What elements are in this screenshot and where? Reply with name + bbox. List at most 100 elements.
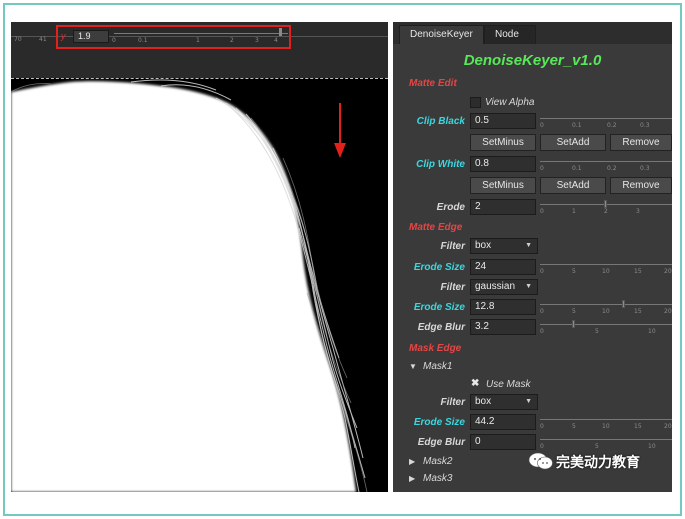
watermark: 完美动力教育	[528, 451, 658, 471]
slider-tick: 5	[572, 308, 576, 315]
edge-blur-input[interactable]: 3.2	[470, 319, 536, 335]
properties-panel: DenoiseKeyer Node DenoiseKeyer_v1.0 Matt…	[393, 22, 672, 492]
slider-tick: 0.3	[640, 165, 650, 172]
mask1-group-toggle[interactable]: ▼ Mask1	[409, 361, 452, 372]
gamma-tick: 2	[230, 37, 234, 44]
gamma-tick: 4	[274, 37, 278, 44]
gamma-label: y	[61, 31, 66, 41]
matte-edge-filter2-dropdown[interactable]: gaussian ▼	[470, 279, 538, 295]
mask2-label: Mask2	[423, 456, 453, 467]
mask1-label: Mask1	[423, 361, 453, 372]
clip-black-setminus-button[interactable]: SetMinus	[470, 134, 536, 151]
clip-white-input[interactable]: 0.8	[470, 156, 536, 172]
wechat-icon	[528, 452, 553, 470]
slider-tick: 10	[602, 308, 610, 315]
mask1-erode-size-input[interactable]: 44.2	[470, 414, 536, 430]
gamma-control-highlight: y 1.9 0 0.1 1 2 3 4	[56, 25, 291, 49]
slider-tick: 0	[540, 443, 544, 450]
erode-size2-slider-handle[interactable]	[622, 300, 625, 308]
filter-label: Filter	[440, 282, 465, 293]
mask1-edge-blur-input[interactable]: 0	[470, 434, 536, 450]
gamma-tick: 3	[255, 37, 259, 44]
slider-tick: 1	[572, 208, 576, 215]
edge-blur-label: Edge Blur	[417, 322, 465, 333]
clip-white-slider[interactable]: 0 0.1 0.2 0.3	[540, 157, 672, 173]
edge-blur-slider[interactable]: 0 5 10	[540, 320, 672, 336]
mask1-erode-size-slider[interactable]: 0 5 10 15 20	[540, 415, 672, 431]
chevron-down-icon: ▼	[525, 283, 532, 290]
slider-tick: 0	[540, 122, 544, 129]
slider-tick: 0	[540, 328, 544, 335]
section-mask-edge: Mask Edge	[409, 343, 462, 354]
viewer-pane[interactable]: 70 41 y 1.9 0 0.1 1 2 3 4	[11, 22, 388, 492]
slider-tick: 20	[664, 423, 672, 430]
section-matte-edit: Matte Edit	[409, 78, 457, 89]
section-matte-edge: Matte Edge	[409, 222, 463, 233]
ruler-label: 70	[14, 36, 22, 43]
gamma-input[interactable]: 1.9	[73, 30, 109, 43]
view-alpha-checkbox[interactable]	[470, 97, 481, 108]
slider-tick: 0	[540, 308, 544, 315]
erode-label: Erode	[436, 202, 465, 213]
erode-slider-handle[interactable]	[604, 200, 607, 208]
gamma-tick: 1	[196, 37, 200, 44]
slider-tick: 5	[595, 443, 599, 450]
slider-tick: 0	[540, 268, 544, 275]
gamma-slider-handle[interactable]	[279, 28, 282, 36]
erode-slider[interactable]: 0 1 2 3	[540, 200, 672, 216]
erode-size-input[interactable]: 24	[470, 259, 536, 275]
tab-node[interactable]: Node	[484, 25, 536, 44]
chevron-down-icon: ▼	[525, 398, 532, 405]
use-mask-label: Use Mask	[486, 379, 531, 390]
slider-tick: 0	[540, 165, 544, 172]
clip-white-setminus-button[interactable]: SetMinus	[470, 177, 536, 194]
clip-black-input[interactable]: 0.5	[470, 113, 536, 129]
gamma-tick: 0.1	[138, 37, 148, 44]
panel-tab-bar: DenoiseKeyer Node	[393, 22, 672, 44]
slider-tick: 0.2	[607, 165, 617, 172]
dropdown-value: box	[475, 396, 492, 407]
view-alpha-label: View Alpha	[485, 97, 535, 108]
slider-tick: 15	[634, 423, 642, 430]
gamma-slider[interactable]	[114, 33, 288, 34]
gamma-tick: 0	[112, 37, 116, 44]
slider-tick: 15	[634, 308, 642, 315]
use-mask-checkbox[interactable]: ✖	[471, 378, 479, 389]
alpha-matte-image	[11, 78, 368, 492]
slider-tick: 2	[604, 208, 608, 215]
node-title: DenoiseKeyer_v1.0	[463, 52, 602, 69]
clip-white-remove-button[interactable]: Remove	[610, 177, 672, 194]
clip-black-remove-button[interactable]: Remove	[610, 134, 672, 151]
edge-blur-slider-handle[interactable]	[572, 320, 575, 328]
triangle-right-icon: ▶	[409, 457, 416, 466]
mask1-edge-blur-slider[interactable]: 0 5 10	[540, 435, 672, 451]
slider-tick: 10	[602, 268, 610, 275]
slider-tick: 10	[648, 328, 656, 335]
mask2-group-toggle[interactable]: ▶ Mask2	[409, 456, 452, 467]
dropdown-value: box	[475, 240, 492, 251]
mask1-filter-dropdown[interactable]: box ▼	[470, 394, 538, 410]
erode-size-label: Erode Size	[413, 262, 465, 273]
slider-tick: 0	[540, 423, 544, 430]
erode-input[interactable]: 2	[470, 199, 536, 215]
clip-black-slider[interactable]: 0 0.1 0.2 0.3	[540, 114, 672, 130]
slider-tick: 5	[595, 328, 599, 335]
erode-size2-input[interactable]: 12.8	[470, 299, 536, 315]
viewer-canvas[interactable]	[11, 78, 388, 492]
mask3-label: Mask3	[423, 473, 453, 484]
slider-tick: 20	[664, 268, 672, 275]
slider-tick: 10	[602, 423, 610, 430]
tab-denoisekeyer[interactable]: DenoiseKeyer	[399, 25, 484, 44]
matte-edge-filter-dropdown[interactable]: box ▼	[470, 238, 538, 254]
slider-tick: 3	[636, 208, 640, 215]
clip-black-setadd-button[interactable]: SetAdd	[540, 134, 606, 151]
erode-size2-slider[interactable]: 0 5 10 15 20	[540, 300, 672, 316]
triangle-right-icon: ▶	[409, 474, 416, 483]
down-arrow-icon	[334, 103, 346, 158]
erode-size-slider[interactable]: 0 5 10 15 20	[540, 260, 672, 276]
mask3-group-toggle[interactable]: ▶ Mask3	[409, 473, 452, 484]
slider-tick: 0.2	[607, 122, 617, 129]
slider-tick: 0.1	[572, 122, 582, 129]
ruler-label: 41	[39, 36, 47, 43]
clip-white-setadd-button[interactable]: SetAdd	[540, 177, 606, 194]
